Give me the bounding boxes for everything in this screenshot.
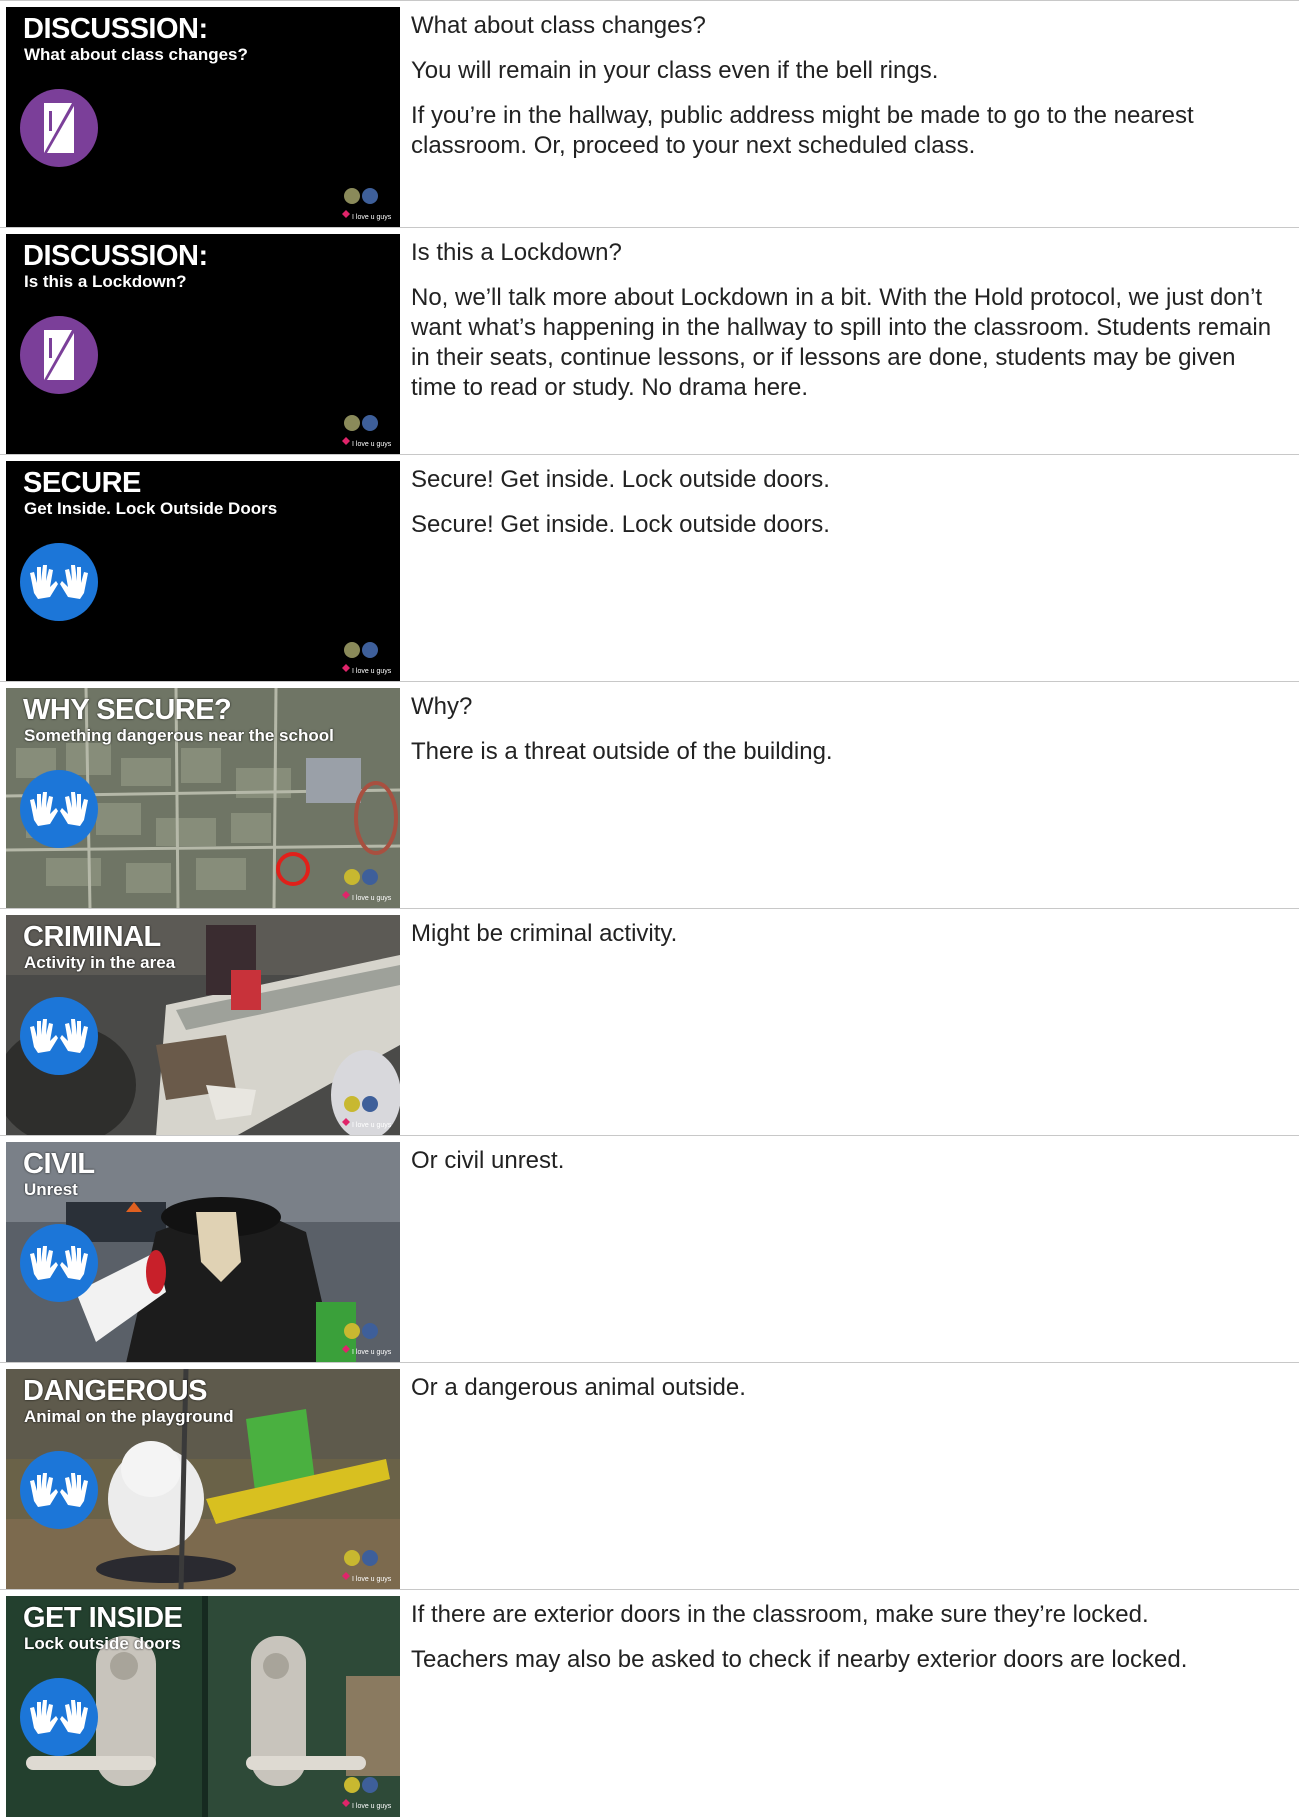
slide-subtitle: What about class changes? [24, 45, 248, 64]
logo-text: I love u guys [352, 441, 392, 448]
slide-row: DANGEROUS Animal on the playground I lov… [0, 1362, 1299, 1590]
i-love-u-guys-logo: I love u guys [342, 415, 392, 448]
slide-thumbnail[interactable]: DANGEROUS Animal on the playground I lov… [6, 1369, 400, 1590]
logo-text: I love u guys [352, 1803, 392, 1810]
slide-subtitle: Lock outside doors [24, 1634, 181, 1653]
slide-title: WHY SECURE? [23, 694, 232, 726]
logo-text: I love u guys [352, 1122, 392, 1129]
slide-title: DISCUSSION: [23, 13, 208, 45]
note-line: No, we’ll talk more about Lockdown in a … [411, 284, 1272, 401]
i-love-u-guys-logo: I love u guys [342, 1777, 392, 1810]
slide-thumbnail[interactable]: GET INSIDE Lock outside doors I love u g… [6, 1596, 400, 1817]
speaker-notes: Or a dangerous animal outside. [411, 1373, 1281, 1418]
secure-hands-icon [20, 1451, 98, 1529]
speaker-notes: If there are exterior doors in the class… [411, 1600, 1281, 1690]
secure-hands-icon [20, 543, 98, 621]
slide-subtitle: Is this a Lockdown? [24, 272, 187, 291]
slide-title: DISCUSSION: [23, 240, 208, 272]
note-line: Is this a Lockdown? [411, 239, 622, 266]
slide-title: CIVIL [23, 1148, 95, 1180]
note-line: Why? [411, 693, 473, 720]
note-line: If there are exterior doors in the class… [411, 1601, 1149, 1628]
logo-text: I love u guys [352, 1349, 392, 1356]
slide-title: DANGEROUS [23, 1375, 208, 1407]
speaker-notes: Or civil unrest. [411, 1146, 1281, 1191]
i-love-u-guys-logo: I love u guys [342, 1323, 392, 1356]
i-love-u-guys-logo: I love u guys [342, 188, 392, 221]
i-love-u-guys-logo: I love u guys [342, 869, 392, 902]
slide-row: GET INSIDE Lock outside doors I love u g… [0, 1589, 1299, 1817]
speaker-notes: Secure! Get inside. Lock outside doors. … [411, 465, 1281, 555]
slide-subtitle: Activity in the area [24, 953, 176, 972]
note-line: Teachers may also be asked to check if n… [411, 1646, 1188, 1673]
logo-text: I love u guys [352, 668, 392, 675]
notes-page: DISCUSSION: What about class changes? I … [0, 0, 1299, 1818]
slide-row: DISCUSSION: What about class changes? I … [0, 0, 1299, 228]
secure-hands-icon [20, 997, 98, 1075]
hold-door-icon [20, 316, 98, 394]
slide-row: DISCUSSION: Is this a Lockdown? I love u… [0, 227, 1299, 455]
slide-thumbnail[interactable]: DISCUSSION: Is this a Lockdown? I love u… [6, 234, 400, 455]
speaker-notes: Might be criminal activity. [411, 919, 1281, 964]
note-line: Or civil unrest. [411, 1147, 565, 1174]
secure-hands-icon [20, 770, 98, 848]
hold-door-icon [20, 89, 98, 167]
slide-title: SECURE [23, 467, 141, 499]
slide-subtitle: Unrest [24, 1180, 78, 1199]
slide-row: WHY SECURE? Something dangerous near the… [0, 681, 1299, 909]
slide-thumbnail[interactable]: CIVIL Unrest I love u guys [6, 1142, 400, 1363]
secure-hands-icon [20, 1678, 98, 1756]
note-line: There is a threat outside of the buildin… [411, 738, 833, 765]
secure-hands-icon [20, 1224, 98, 1302]
note-line: What about class changes? [411, 12, 706, 39]
logo-text: I love u guys [352, 1576, 392, 1583]
note-line: Secure! Get inside. Lock outside doors. [411, 511, 830, 538]
slide-subtitle: Animal on the playground [24, 1407, 234, 1426]
slide-thumbnail[interactable]: CRIMINAL Activity in the area I love u g… [6, 915, 400, 1136]
speaker-notes: Why? There is a threat outside of the bu… [411, 692, 1281, 782]
slide-subtitle: Get Inside. Lock Outside Doors [24, 499, 278, 518]
note-line: If you’re in the hallway, public address… [411, 102, 1194, 159]
speaker-notes: Is this a Lockdown? No, we’ll talk more … [411, 238, 1281, 418]
slide-subtitle: Something dangerous near the school [24, 726, 334, 745]
note-line: You will remain in your class even if th… [411, 57, 939, 84]
i-love-u-guys-logo: I love u guys [342, 1096, 392, 1129]
speaker-notes: What about class changes? You will remai… [411, 11, 1281, 176]
i-love-u-guys-logo: I love u guys [342, 642, 392, 675]
note-line: Might be criminal activity. [411, 920, 678, 947]
slide-thumbnail[interactable]: SECURE Get Inside. Lock Outside Doors I … [6, 461, 400, 682]
logo-text: I love u guys [352, 214, 392, 221]
slide-thumbnail[interactable]: WHY SECURE? Something dangerous near the… [6, 688, 400, 909]
slide-row: CIVIL Unrest I love u guys Or civil unre… [0, 1135, 1299, 1363]
slide-title: CRIMINAL [23, 921, 161, 953]
logo-text: I love u guys [352, 895, 392, 902]
slide-title: GET INSIDE [23, 1602, 183, 1634]
slide-thumbnail[interactable]: DISCUSSION: What about class changes? I … [6, 7, 400, 228]
slide-row: CRIMINAL Activity in the area I love u g… [0, 908, 1299, 1136]
i-love-u-guys-logo: I love u guys [342, 1550, 392, 1583]
slide-row: SECURE Get Inside. Lock Outside Doors I … [0, 454, 1299, 682]
note-line: Or a dangerous animal outside. [411, 1374, 746, 1401]
note-line: Secure! Get inside. Lock outside doors. [411, 466, 830, 493]
